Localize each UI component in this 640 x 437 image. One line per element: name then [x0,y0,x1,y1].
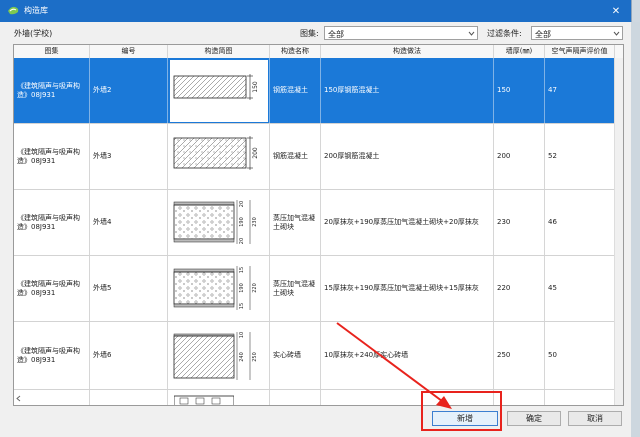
atlas-select[interactable]: 全部 [324,26,478,40]
code-cell: 外墙3 [90,124,168,189]
atlas-cell: 《建筑隔声与吸声构造》08J931 [14,190,90,255]
atlas-select-value: 全部 [328,30,344,39]
atlas-cell [14,390,90,405]
method-cell: 150厚钢筋混凝土 [321,58,494,123]
table-row[interactable] [14,390,623,405]
atlas-label: 图集: [300,29,319,38]
table-row[interactable]: 《建筑隔声与吸声构造》08J931 外墙3 200 钢筋混凝土 200厚钢筋混凝… [14,124,623,190]
method-cell: 200厚钢筋混凝土 [321,124,494,189]
dimension-label: 200 [252,147,259,159]
wall-section-diagram: 200 [170,126,268,188]
name-cell: 实心砖墙 [270,322,321,389]
wall-section-diagram [174,395,234,405]
column-header[interactable]: 图集 [14,45,90,58]
code-cell: 外墙5 [90,256,168,321]
name-cell [270,390,321,405]
name-cell: 钢筋混凝土 [270,124,321,189]
method-cell: 10厚抹灰+240厚实心砖墙 [321,322,494,389]
thickness-cell: 230 [494,190,545,255]
thickness-cell: 220 [494,256,545,321]
wall-section-diagram: 20 190 20 230 [170,192,268,254]
scope-label: 外墙(学校) [14,29,53,38]
diagram-cell: 15 190 15 220 [168,256,270,321]
chevron-down-icon [468,31,475,36]
atlas-cell: 《建筑隔声与吸声构造》08J931 [14,58,90,123]
window-title: 构造库 [24,6,48,15]
rating-cell: 45 [545,256,615,321]
name-cell: 蒸压加气混凝土砌块 [270,190,321,255]
code-cell: 外墙2 [90,58,168,123]
close-icon: ✕ [611,5,621,17]
diagram-cell: 20 190 20 230 [168,190,270,255]
dimension-label: 20 [239,201,245,207]
background-window-edge [631,22,640,437]
dimension-label: 20 [239,238,245,244]
app-logo-icon [8,6,19,15]
code-cell: 外墙6 [90,322,168,389]
thickness-cell: 200 [494,124,545,189]
dimension-label: 250 [252,352,258,362]
diagram-cell [168,390,270,405]
dimension-label: 220 [252,283,258,293]
table-row[interactable]: 《建筑隔声与吸声构造》08J931 外墙5 15 190 15 220 蒸压加气… [14,256,623,322]
thickness-cell: 150 [494,58,545,123]
close-button[interactable]: ✕ [601,0,631,22]
name-cell: 蒸压加气混凝土砌块 [270,256,321,321]
dimension-label: 190 [239,283,245,293]
diagram-cell: 200 [168,124,270,189]
thickness-cell: 250 [494,322,545,389]
condition-label: 过滤条件: [487,29,522,38]
table-row[interactable]: 《建筑隔声与吸声构造》08J931 外墙6 10 240 250 实心砖墙 10… [14,322,623,390]
atlas-cell: 《建筑隔声与吸声构造》08J931 [14,124,90,189]
scroll-left-icon[interactable] [15,395,22,402]
dimension-label: 15 [239,303,245,309]
dimension-label: 240 [239,352,245,362]
chevron-down-icon [613,31,620,36]
table-header: 图集 编号 构造简图 构造名称 构造做法 墙厚(㎜) 空气声隔声评价值 [14,45,623,59]
code-cell: 外墙4 [90,190,168,255]
rating-cell: 50 [545,322,615,389]
atlas-cell: 《建筑隔声与吸声构造》08J931 [14,322,90,389]
column-header[interactable]: 构造做法 [321,45,494,58]
atlas-cell: 《建筑隔声与吸声构造》08J931 [14,256,90,321]
condition-select-value: 全部 [535,30,551,39]
title-bar: 构造库 ✕ [0,0,631,22]
dimension-label: 190 [239,217,245,227]
rating-cell [545,390,615,405]
rating-cell: 52 [545,124,615,189]
wall-section-diagram: 150 [170,60,268,122]
construction-library-window: 构造库 ✕ 外墙(学校) 图集: 全部 过滤条件: 全部 图集 编号 构造简图 … [0,0,632,437]
table-row[interactable]: 《建筑隔声与吸声构造》08J931 外墙4 20 190 20 230 蒸压加气… [14,190,623,256]
name-cell: 钢筋混凝土 [270,58,321,123]
column-header[interactable]: 构造简图 [168,45,270,58]
wall-section-diagram: 15 190 15 220 [170,258,268,320]
diagram-cell: 10 240 250 [168,322,270,389]
code-cell [90,390,168,405]
rating-cell: 46 [545,190,615,255]
rating-cell: 47 [545,58,615,123]
construction-table: 图集 编号 构造简图 构造名称 构造做法 墙厚(㎜) 空气声隔声评价值 《建筑隔… [13,44,624,406]
column-header[interactable]: 构造名称 [270,45,321,58]
ok-button[interactable]: 确定 [507,411,561,426]
table-row[interactable]: 《建筑隔声与吸声构造》08J931 外墙2 150 钢筋混凝土 150厚钢筋混凝… [14,58,623,124]
column-header[interactable]: 空气声隔声评价值 [545,45,615,58]
filter-bar: 外墙(学校) 图集: 全部 过滤条件: 全部 [0,24,631,44]
dimension-label: 15 [239,267,245,273]
dimension-label: 150 [252,81,259,93]
method-cell: 15厚抹灰+190厚蒸压加气混凝土砌块+15厚抹灰 [321,256,494,321]
cancel-button[interactable]: 取消 [568,411,622,426]
dimension-label: 10 [239,332,245,338]
annotation-highlight-box [421,391,502,431]
dimension-label: 230 [252,217,258,227]
diagram-cell: 150 [168,58,270,123]
method-cell: 20厚抹灰+190厚蒸压加气混凝土砌块+20厚抹灰 [321,190,494,255]
column-header[interactable]: 编号 [90,45,168,58]
vertical-scrollbar[interactable] [614,58,623,405]
wall-section-diagram: 10 240 250 [170,324,268,388]
column-header[interactable]: 墙厚(㎜) [494,45,545,58]
condition-select[interactable]: 全部 [531,26,623,40]
